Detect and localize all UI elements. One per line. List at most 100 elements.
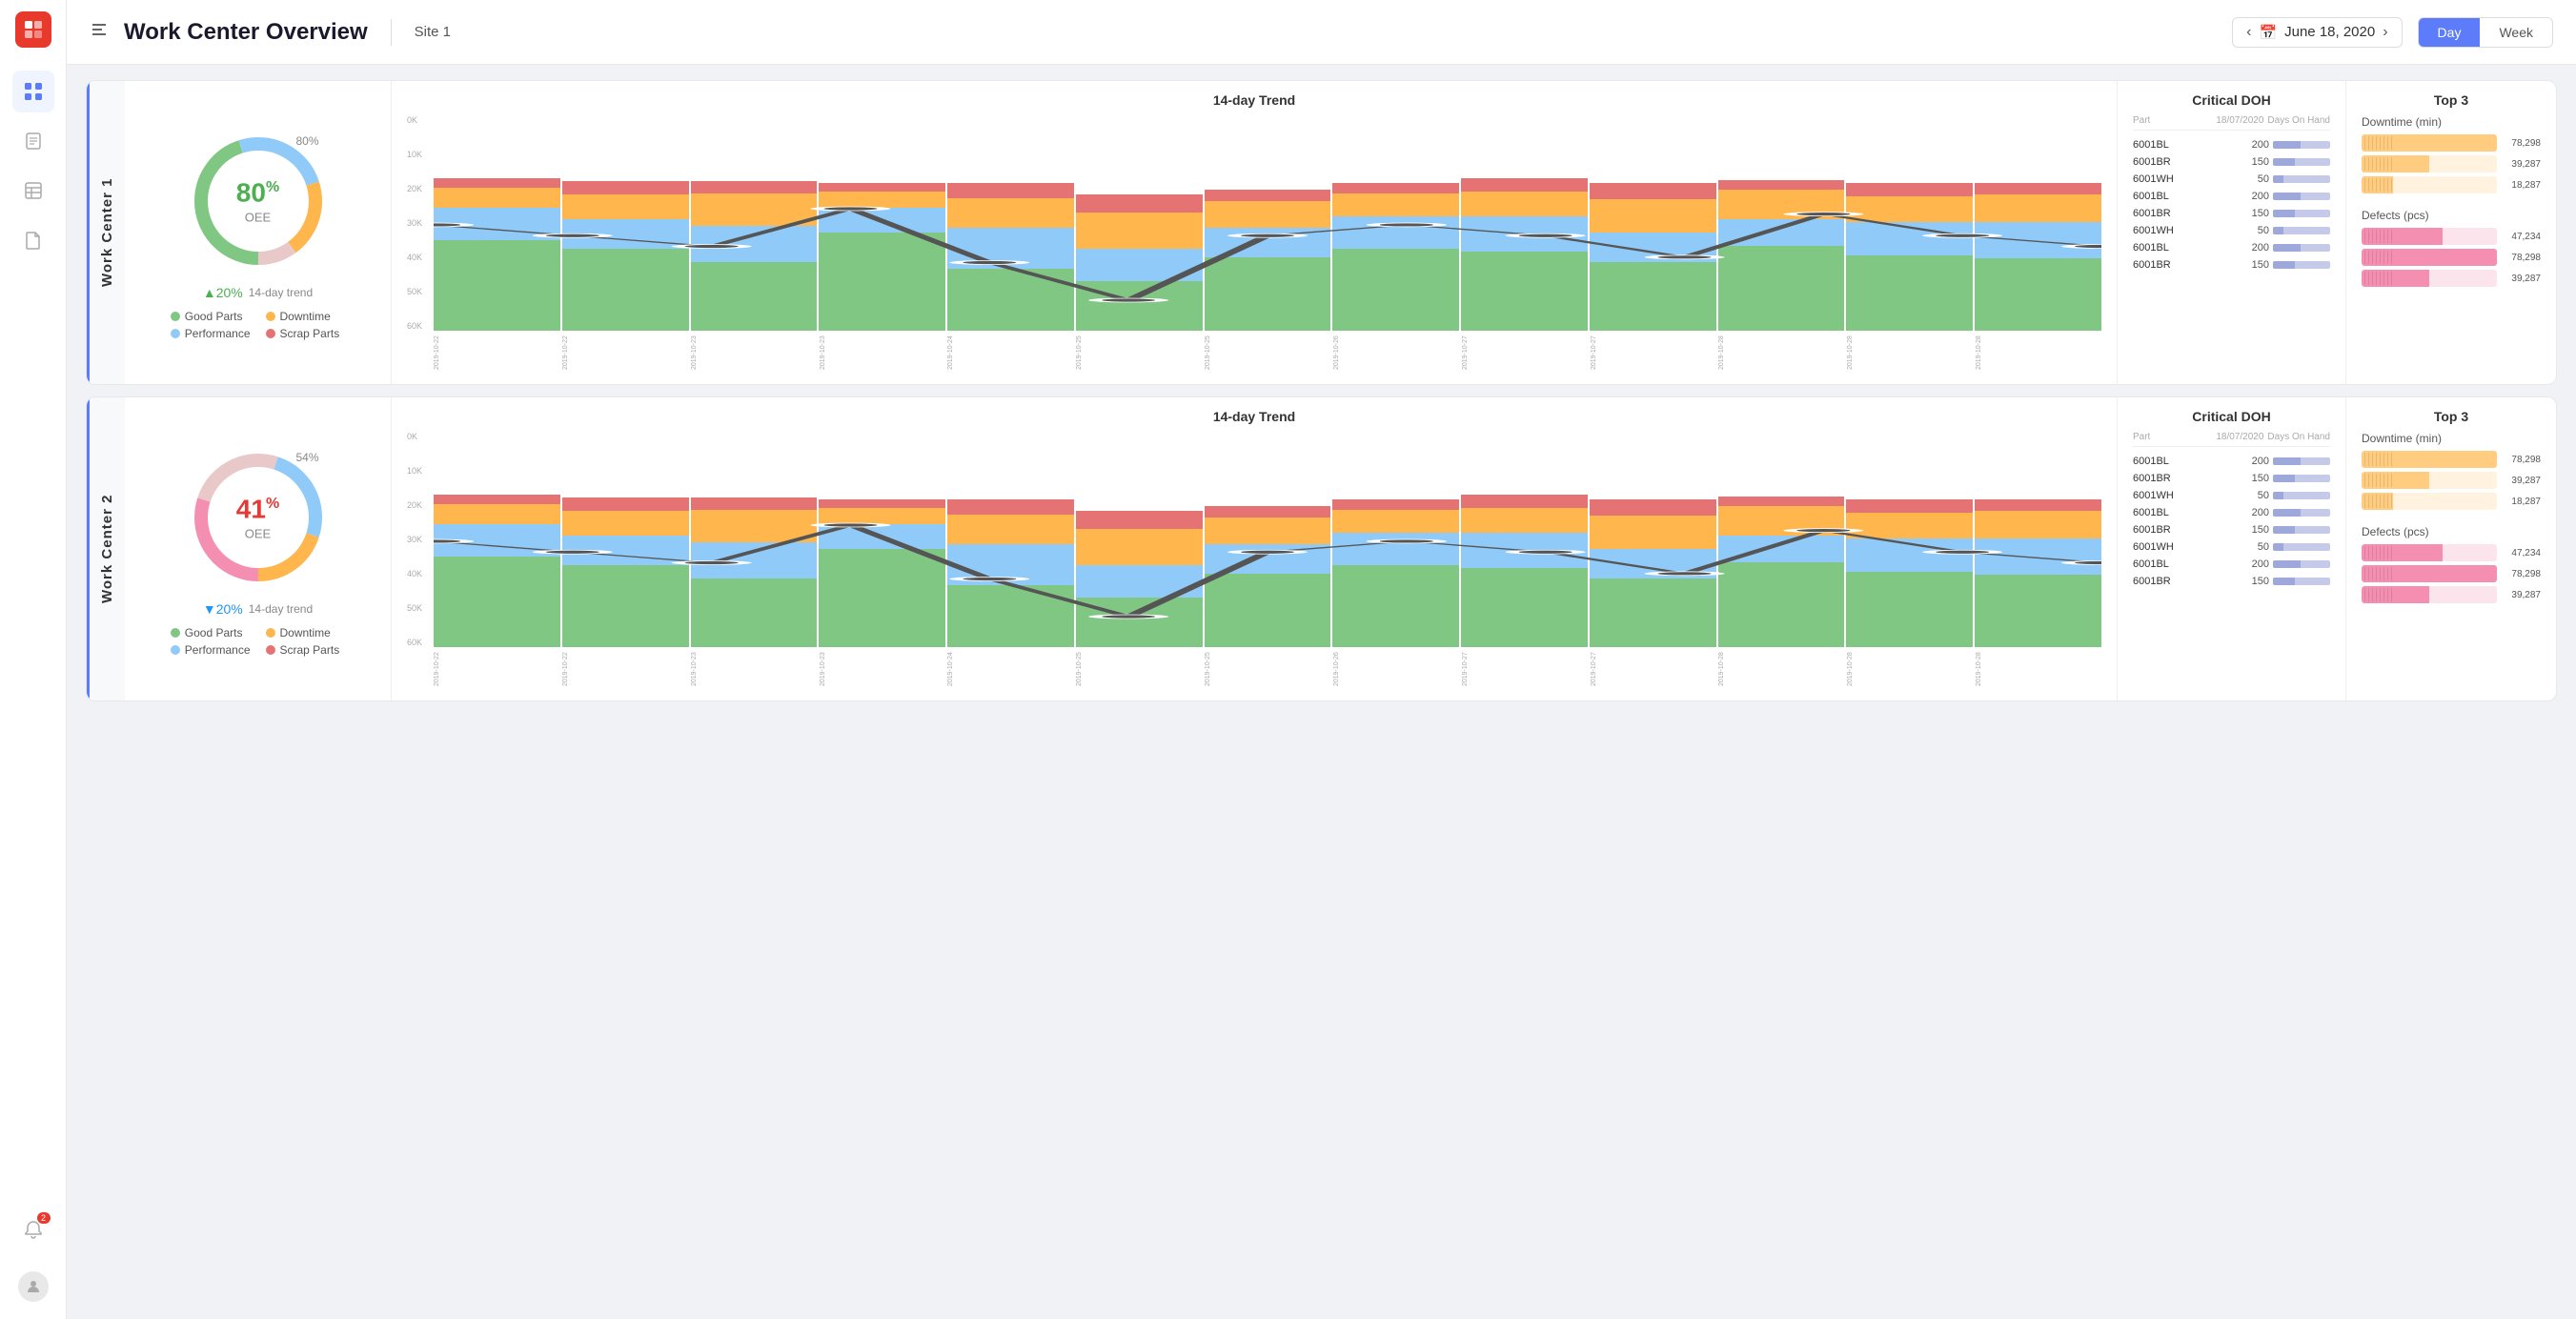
x-label: 2019-10-22 — [562, 649, 688, 689]
defects-bar-row: 39,287 — [2362, 586, 2541, 603]
day-button[interactable]: Day — [2419, 18, 2481, 47]
x-label: 2019-10-22 — [434, 649, 559, 689]
sidebar-item-user[interactable] — [12, 1266, 54, 1308]
trend-line-svg — [434, 495, 2101, 647]
trend-text: 14-day trend — [249, 286, 313, 299]
donut-column: 80% 80% OEE ▲20% 14-day trend Good Parts… — [125, 81, 392, 384]
legend-item: Good Parts — [171, 626, 251, 639]
page-title: Work Center Overview — [124, 19, 368, 46]
downtime-label: Downtime (min) — [2362, 115, 2541, 129]
critical-doh-column: Critical DOH Part 18/07/2020 Days On Han… — [2118, 81, 2346, 384]
defects-bar-row: 78,298 — [2362, 565, 2541, 582]
legend-label: Performance — [185, 643, 251, 657]
downtime-bar-row: 78,298 — [2362, 451, 2541, 468]
donut-center: 80% OEE — [236, 178, 279, 225]
oee-label: OEE — [236, 527, 279, 541]
menu-icon[interactable] — [90, 20, 109, 44]
critical-header: Part 18/07/2020 Days On Hand — [2133, 432, 2330, 447]
x-label: 2019-10-24 — [947, 649, 1073, 689]
legend-item: Downtime — [266, 626, 346, 639]
trend-line-svg — [434, 178, 2101, 331]
oee-label: OEE — [236, 211, 279, 225]
defects-section: Defects (pcs) 47,234 78,298 — [2362, 209, 2541, 291]
critical-row: 6001BR 150 — [2133, 521, 2330, 538]
critical-doh-column: Critical DOH Part 18/07/2020 Days On Han… — [2118, 397, 2346, 700]
sidebar-item-reports[interactable] — [12, 120, 54, 162]
content-area: Work Center 1 80% 80% OEE ▲20% 14-day tr… — [67, 65, 2576, 1319]
legend-item: Scrap Parts — [266, 327, 346, 340]
notification-badge: 2 — [37, 1212, 51, 1224]
sidebar: 2 — [0, 0, 67, 1319]
x-axis-labels: 2019-10-222019-10-222019-10-232019-10-23… — [407, 649, 2101, 689]
defects-section: Defects (pcs) 47,234 78,298 — [2362, 525, 2541, 607]
donut-pct-label: 54% — [295, 451, 318, 464]
critical-row: 6001BL 200 — [2133, 239, 2330, 256]
donut-chart: 54% 41% OEE — [182, 441, 335, 594]
critical-row: 6001BR 150 — [2133, 470, 2330, 487]
critical-row: 6001WH 50 — [2133, 538, 2330, 556]
chart-legend: Good PartsDowntimePerformanceScrap Parts — [171, 310, 345, 340]
top3-title: Top 3 — [2362, 92, 2541, 108]
work-center-label: Work Center 1 — [87, 81, 125, 384]
x-label: 2019-10-25 — [1205, 649, 1330, 689]
date-display: June 18, 2020 — [2284, 24, 2375, 40]
x-label: 2019-10-28 — [1976, 649, 2101, 689]
bars-container — [434, 178, 2101, 331]
legend-item: Performance — [171, 643, 251, 657]
downtime-bar-row: 18,287 — [2362, 493, 2541, 510]
downtime-bar-row: 39,287 — [2362, 155, 2541, 172]
x-label: 2019-10-25 — [1076, 333, 1202, 373]
critical-row: 6001BR 150 — [2133, 573, 2330, 590]
sidebar-item-dashboard[interactable] — [12, 71, 54, 112]
legend-item: Downtime — [266, 310, 346, 323]
critical-row: 6001BL 200 — [2133, 556, 2330, 573]
downtime-bar-row: 39,287 — [2362, 472, 2541, 489]
critical-row: 6001BL 200 — [2133, 504, 2330, 521]
x-label: 2019-10-22 — [434, 333, 559, 373]
chart-legend: Good PartsDowntimePerformanceScrap Parts — [171, 626, 345, 657]
critical-row: 6001WH 50 — [2133, 171, 2330, 188]
donut-column: 54% 41% OEE ▼20% 14-day trend Good Parts… — [125, 397, 392, 700]
x-label: 2019-10-27 — [1462, 333, 1588, 373]
critical-row: 6001WH 50 — [2133, 487, 2330, 504]
main-content: Work Center Overview Site 1 ‹ 📅 June 18,… — [67, 0, 2576, 1319]
work-center-card-1: Work Center 1 80% 80% OEE ▲20% 14-day tr… — [86, 80, 2557, 385]
x-label: 2019-10-28 — [1718, 649, 1844, 689]
bar-chart-area: 60K50K40K30K20K10K0K — [407, 115, 2101, 373]
work-center-label: Work Center 2 — [87, 397, 125, 700]
critical-doh-title: Critical DOH — [2133, 92, 2330, 108]
defects-label: Defects (pcs) — [2362, 209, 2541, 222]
sidebar-item-notifications[interactable]: 2 — [12, 1208, 54, 1250]
site-label[interactable]: Site 1 — [415, 24, 451, 40]
x-label: 2019-10-23 — [820, 333, 945, 373]
x-label: 2019-10-24 — [947, 333, 1073, 373]
x-label: 2019-10-28 — [1718, 333, 1844, 373]
legend-label: Good Parts — [185, 626, 243, 639]
critical-row: 6001BR 150 — [2133, 153, 2330, 171]
critical-row: 6001BL 200 — [2133, 188, 2330, 205]
prev-date-button[interactable]: ‹ — [2246, 24, 2251, 41]
critical-row: 6001BR 150 — [2133, 205, 2330, 222]
sidebar-item-document[interactable] — [12, 219, 54, 261]
week-button[interactable]: Week — [2480, 18, 2552, 47]
critical-doh-title: Critical DOH — [2133, 409, 2330, 424]
x-label: 2019-10-28 — [1847, 649, 1973, 689]
trend-arrow: ▲20% — [203, 285, 243, 300]
x-axis-labels: 2019-10-222019-10-222019-10-232019-10-23… — [407, 333, 2101, 373]
top3-column: Top 3 Downtime (min) 78,298 39,287 — [2346, 81, 2556, 384]
x-label: 2019-10-23 — [820, 649, 945, 689]
top3-column: Top 3 Downtime (min) 78,298 39,287 — [2346, 397, 2556, 700]
bars-container — [434, 495, 2101, 647]
trend-chart-column: 14-day Trend 60K50K40K30K20K10K0K — [392, 397, 2118, 700]
defects-bar-row: 78,298 — [2362, 249, 2541, 266]
next-date-button[interactable]: › — [2383, 24, 2387, 41]
top3-title: Top 3 — [2362, 409, 2541, 424]
downtime-section: Downtime (min) 78,298 39,287 — [2362, 115, 2541, 197]
x-label: 2019-10-22 — [562, 333, 688, 373]
sidebar-item-table[interactable] — [12, 170, 54, 212]
y-axis-labels: 60K50K40K30K20K10K0K — [407, 432, 434, 647]
downtime-bar-row: 18,287 — [2362, 176, 2541, 193]
downtime-section: Downtime (min) 78,298 39,287 — [2362, 432, 2541, 514]
defects-bar-row: 47,234 — [2362, 228, 2541, 245]
x-label: 2019-10-23 — [691, 649, 817, 689]
